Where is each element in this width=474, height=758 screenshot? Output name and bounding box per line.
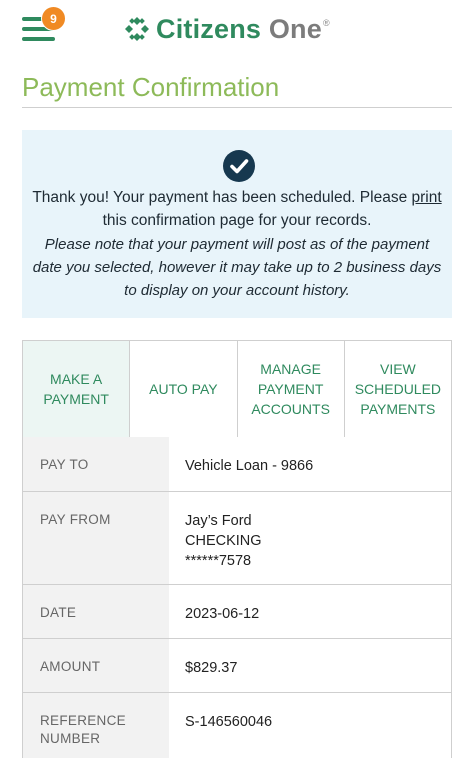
brand-logo[interactable]: Citizens One® <box>124 12 330 46</box>
date-value: 2023-06-12 <box>169 585 451 638</box>
reference-label: REFERENCE NUMBER <box>23 693 169 758</box>
app-header: 9 Citizens One® <box>0 0 474 60</box>
payment-details: PAY TO Vehicle Loan - 9866 PAY FROM Jay’… <box>22 437 452 758</box>
posting-note: Please note that your payment will post … <box>32 236 442 299</box>
reference-value: S-146560046 <box>169 693 451 758</box>
page-title: Payment Confirmation <box>22 72 280 102</box>
pay-to-row: PAY TO Vehicle Loan - 9866 <box>23 437 451 492</box>
pay-from-value: Jay’s Ford CHECKING ******7578 <box>169 492 451 584</box>
confirmation-message: Thank you! Your payment has been schedul… <box>32 186 442 232</box>
print-link[interactable]: print <box>412 189 442 206</box>
date-label: DATE <box>23 585 169 638</box>
amount-value: $829.37 <box>169 639 451 692</box>
pay-from-row: PAY FROM Jay’s Ford CHECKING ******7578 <box>23 492 451 585</box>
brand-main: Citizens <box>156 13 262 44</box>
registered-mark: ® <box>322 17 330 28</box>
pay-from-label: PAY FROM <box>23 492 169 584</box>
title-divider <box>22 107 452 108</box>
tab-manage-payment-accounts[interactable]: MANAGE PAYMENT ACCOUNTS <box>238 341 345 437</box>
confirmation-panel: Thank you! Your payment has been schedul… <box>22 130 452 318</box>
tab-view-scheduled-payments[interactable]: VIEW SCHEDULED PAYMENTS <box>345 341 451 437</box>
pay-to-label: PAY TO <box>23 437 169 491</box>
citizens-logo-icon <box>125 17 149 41</box>
checkmark-circle-icon <box>223 150 255 182</box>
pay-from-account: ******7578 <box>185 553 252 569</box>
pay-to-value: Vehicle Loan - 9866 <box>169 437 451 491</box>
reference-row: REFERENCE NUMBER S-146560046 <box>23 693 451 758</box>
tab-make-a-payment[interactable]: MAKE A PAYMENT <box>23 341 131 437</box>
date-row: DATE 2023-06-12 <box>23 585 451 639</box>
pay-from-type: CHECKING <box>185 533 262 549</box>
amount-row: AMOUNT $829.37 <box>23 639 451 693</box>
amount-label: AMOUNT <box>23 639 169 692</box>
payment-tabs: MAKE A PAYMENT AUTO PAY MANAGE PAYMENT A… <box>22 340 452 438</box>
notification-badge[interactable]: 9 <box>41 6 66 31</box>
brand-name: Citizens One® <box>156 14 330 45</box>
pay-from-name: Jay’s Ford <box>185 513 252 529</box>
confirmation-text-end: this confirmation page for your records. <box>102 212 372 229</box>
brand-secondary: One <box>268 13 322 44</box>
confirmation-text-start: Thank you! Your payment has been schedul… <box>32 189 412 206</box>
tab-auto-pay[interactable]: AUTO PAY <box>130 341 238 437</box>
